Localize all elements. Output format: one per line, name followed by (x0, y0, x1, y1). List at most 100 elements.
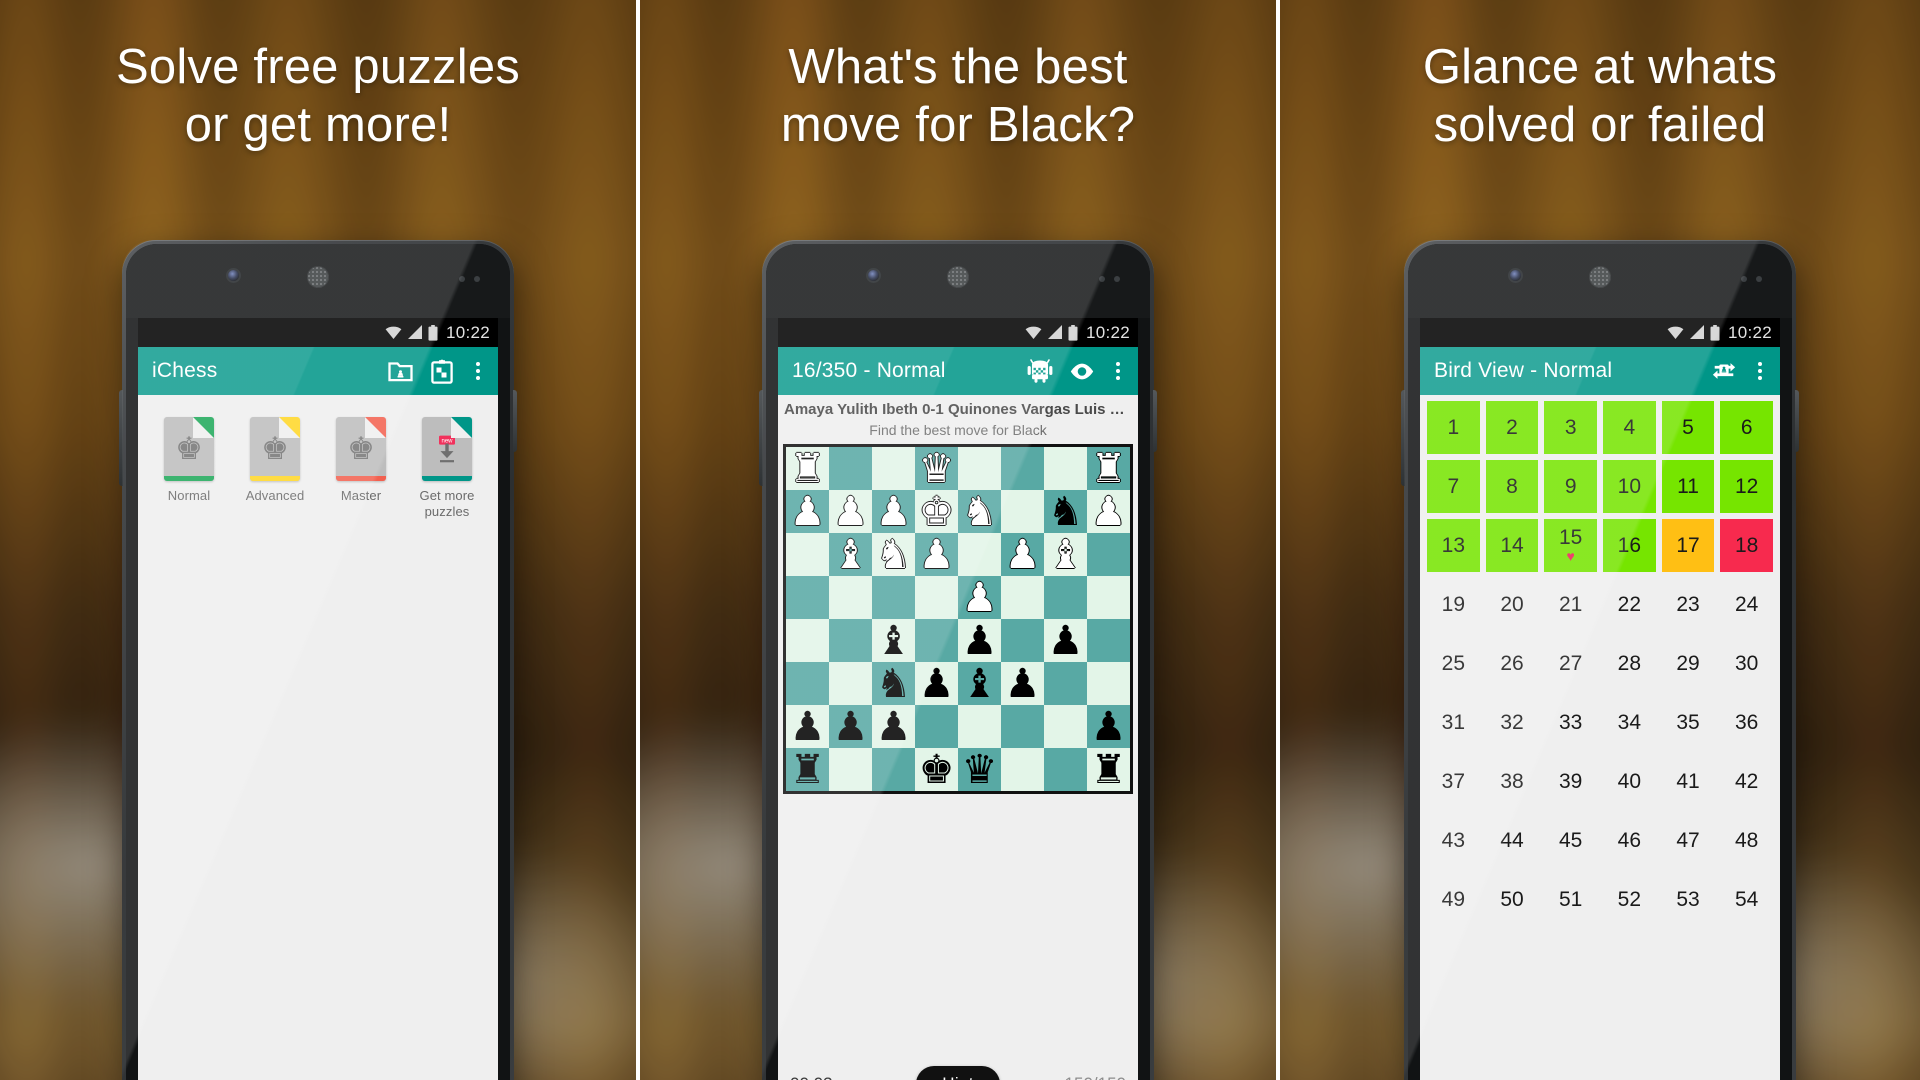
bird-view-cell[interactable]: 11 (1661, 460, 1715, 513)
bird-view-cell[interactable]: 45 (1544, 814, 1597, 867)
board-square[interactable]: ♟ (1001, 662, 1044, 705)
android-robot-icon[interactable] (1027, 358, 1053, 384)
bird-view-cell[interactable]: 10 (1603, 460, 1656, 513)
board-square[interactable] (1001, 748, 1044, 791)
bird-view-cell[interactable]: 32 (1486, 696, 1539, 749)
board-square[interactable]: ♟ (786, 490, 829, 533)
power-button[interactable] (1795, 390, 1799, 452)
bird-view-cell[interactable]: 43 (1427, 814, 1480, 867)
board-square[interactable] (1044, 662, 1087, 705)
board-square[interactable]: ♟ (829, 705, 872, 748)
bird-view-cell[interactable]: 19 (1427, 578, 1480, 631)
bird-view-cell[interactable]: 27 (1544, 637, 1597, 690)
clipboard-board-icon[interactable] (429, 358, 455, 384)
bird-view-cell[interactable]: 6 (1720, 401, 1773, 454)
bird-view-cell[interactable]: 8 (1485, 460, 1539, 513)
puzzle-pack-advanced[interactable]: ♚ Advanced (232, 413, 318, 520)
board-square[interactable]: ♟ (958, 576, 1001, 619)
board-square[interactable] (829, 619, 872, 662)
board-square[interactable] (915, 705, 958, 748)
bird-view-cell[interactable]: 21 (1544, 578, 1597, 631)
board-square[interactable]: ♞ (1044, 490, 1087, 533)
board-square[interactable]: ♟ (1087, 490, 1130, 533)
bird-view-cell[interactable]: 5 (1661, 401, 1715, 454)
bird-view-cell[interactable]: 1 (1427, 401, 1480, 454)
board-square[interactable] (1001, 705, 1044, 748)
volume-button[interactable] (759, 390, 763, 486)
bird-view-cell[interactable]: 3 (1544, 401, 1597, 454)
hint-button[interactable]: Hint (916, 1066, 1000, 1080)
bird-view-cell[interactable]: 33 (1544, 696, 1597, 749)
bird-view-cell[interactable]: 34 (1603, 696, 1656, 749)
board-square[interactable] (915, 619, 958, 662)
bird-view-cell[interactable]: 25 (1427, 637, 1480, 690)
bird-view-cell[interactable]: 40 (1603, 755, 1656, 808)
board-square[interactable] (872, 447, 915, 490)
bird-view-cell[interactable]: 20 (1486, 578, 1539, 631)
board-square[interactable]: ♝ (1044, 533, 1087, 576)
board-square[interactable] (915, 576, 958, 619)
board-square[interactable]: ♟ (915, 533, 958, 576)
board-square[interactable]: ♟ (1087, 705, 1130, 748)
bird-view-cell[interactable]: 54 (1720, 873, 1773, 926)
power-button[interactable] (513, 390, 517, 452)
board-square[interactable] (1087, 619, 1130, 662)
bird-view-cell[interactable]: 39 (1544, 755, 1597, 808)
board-square[interactable] (1087, 576, 1130, 619)
bird-view-cell[interactable]: 16 (1603, 519, 1656, 572)
bird-view-cell[interactable]: 35 (1662, 696, 1715, 749)
bird-view-cell[interactable]: 44 (1486, 814, 1539, 867)
board-square[interactable] (958, 533, 1001, 576)
board-square[interactable] (786, 662, 829, 705)
bird-view-cell[interactable]: 26 (1486, 637, 1539, 690)
bird-view-cell[interactable]: 31 (1427, 696, 1480, 749)
overflow-menu-icon[interactable] (1757, 362, 1762, 380)
bird-view-cell[interactable]: 51 (1544, 873, 1597, 926)
board-square[interactable] (1001, 490, 1044, 533)
bird-view-cell[interactable]: 7 (1427, 460, 1480, 513)
board-square[interactable]: ♝ (958, 662, 1001, 705)
board-square[interactable]: ♟ (829, 490, 872, 533)
puzzle-pack-get-more[interactable]: new Get more puzzles (404, 413, 490, 520)
bird-view-cell[interactable]: 4 (1603, 401, 1656, 454)
board-square[interactable] (1044, 447, 1087, 490)
board-square[interactable]: ♚ (915, 748, 958, 791)
bird-view-cell[interactable]: 47 (1662, 814, 1715, 867)
overflow-menu-icon[interactable] (1115, 362, 1120, 380)
board-square[interactable]: ♞ (958, 490, 1001, 533)
bird-view-cell[interactable]: 17 (1661, 519, 1715, 572)
board-square[interactable]: ♟ (1001, 533, 1044, 576)
bird-view-cell[interactable]: 13 (1427, 519, 1480, 572)
shuffle-repeat-icon[interactable] (1711, 358, 1737, 384)
board-square[interactable]: ♜ (1087, 748, 1130, 791)
bird-view-cell[interactable]: 23 (1662, 578, 1715, 631)
board-square[interactable]: ♞ (872, 533, 915, 576)
board-square[interactable] (1044, 576, 1087, 619)
volume-button[interactable] (1401, 390, 1405, 486)
puzzle-pack-master[interactable]: ♚ Master (318, 413, 404, 520)
board-square[interactable] (1001, 576, 1044, 619)
board-square[interactable]: ♟ (1044, 619, 1087, 662)
board-square[interactable] (1001, 447, 1044, 490)
board-square[interactable] (1087, 533, 1130, 576)
bird-view-cell[interactable]: 52 (1603, 873, 1656, 926)
bird-view-cell[interactable]: 30 (1720, 637, 1773, 690)
board-square[interactable]: ♟ (958, 619, 1001, 662)
board-square[interactable] (829, 748, 872, 791)
board-square[interactable]: ♟ (872, 490, 915, 533)
board-square[interactable] (872, 576, 915, 619)
bird-view-cell[interactable]: 53 (1662, 873, 1715, 926)
volume-button[interactable] (119, 390, 123, 486)
bird-view-cell[interactable]: 41 (1662, 755, 1715, 808)
bird-view-cell[interactable]: 48 (1720, 814, 1773, 867)
bird-view-cell[interactable]: 49 (1427, 873, 1480, 926)
board-square[interactable] (958, 705, 1001, 748)
chess-board[interactable]: ♜ ♛ ♜ ♟ ♟ ♟ ♚ ♞ ♞ ♟ ♝ ♞ ♟ ♟ ♝ ♟ ♝ ♟ ♟ ♞ ♟ ♝ ♟ ♟ ♟ ♟ ♟ ♜ ♚ ♛ ♜ (783, 444, 1133, 794)
board-square[interactable]: ♝ (872, 619, 915, 662)
board-square[interactable] (1087, 662, 1130, 705)
board-square[interactable]: ♞ (872, 662, 915, 705)
puzzle-pack-normal[interactable]: ♚ Normal (146, 413, 232, 520)
board-square[interactable]: ♟ (872, 705, 915, 748)
bird-view-cell[interactable]: 29 (1662, 637, 1715, 690)
bird-view-cell[interactable]: 15 ♥ (1544, 519, 1597, 572)
